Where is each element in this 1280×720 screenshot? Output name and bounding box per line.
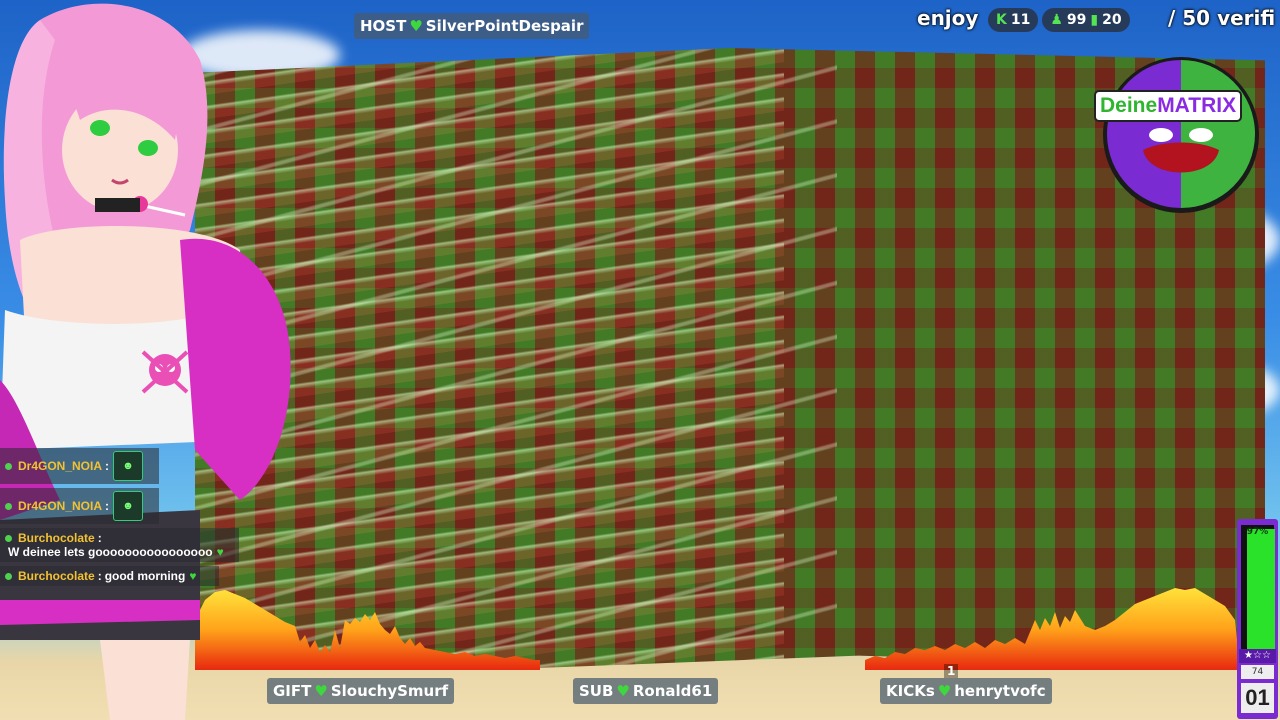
character-eye-right xyxy=(138,140,158,156)
channel-logo xyxy=(1103,57,1259,213)
chat-message: Dr4GON_NOIA: ☻ xyxy=(0,448,159,484)
host-username: SilverPointDespair xyxy=(425,17,584,35)
enjoy-text: enjoy xyxy=(917,6,979,30)
host-label: HOST xyxy=(360,17,407,35)
meter-fill xyxy=(1247,528,1275,649)
heart-icon: ♥ xyxy=(937,682,952,700)
kick-stat: K 11 xyxy=(988,8,1039,32)
chat-text: good morning xyxy=(104,569,186,583)
chat-text: W deinee lets goooooooooooooooo xyxy=(8,545,213,559)
skull-icon xyxy=(141,350,189,394)
chat-message: Burchocolate: W deinee lets gooooooooooo… xyxy=(0,528,239,562)
anime-character-avatar xyxy=(0,3,291,720)
heart-icon: ♥ xyxy=(189,569,197,583)
spectrum-right xyxy=(865,588,1240,670)
online-dot-icon xyxy=(5,534,12,542)
meter-count: 74 xyxy=(1241,665,1274,679)
kick-icon: K xyxy=(996,12,1007,28)
emote-avatar-icon: ☻ xyxy=(113,451,144,481)
gift-alert: GIFT ♥ SlouchySmurf xyxy=(267,678,455,704)
level-meter: 97% ★☆☆ 74 01 xyxy=(1237,519,1278,719)
online-dot-icon xyxy=(5,462,12,470)
meter-track xyxy=(1241,525,1275,649)
host-banner: HOST ♥ SilverPointDespair xyxy=(354,13,590,39)
bars-icon: ▮ xyxy=(1090,12,1099,28)
logo-wordmark: DeineMATRIX xyxy=(1094,90,1243,122)
online-dot-icon xyxy=(5,502,12,510)
kick-counter: 1 xyxy=(944,664,959,678)
character-eye-left xyxy=(90,120,110,136)
star-rating: ★☆☆ xyxy=(1239,649,1276,663)
heart-icon: ♥ xyxy=(616,682,630,700)
emote-avatar-icon: ☻ xyxy=(113,491,144,521)
meter-percent: 97% xyxy=(1246,527,1269,537)
heart-icon: ♥ xyxy=(216,545,224,559)
verify-goal-text: / 50 verifi xyxy=(1168,6,1276,30)
heart-icon: ♥ xyxy=(409,17,423,35)
stream-stats: K 11 ♟ 99 ▮ 20 xyxy=(988,8,1130,32)
chat-overlay: Dr4GON_NOIA: ☻ Dr4GON_NOIA: ☻ Burchocola… xyxy=(0,448,240,590)
heart-icon: ♥ xyxy=(314,682,328,700)
audio-spectrum xyxy=(195,588,1240,670)
chat-message: Dr4GON_NOIA: ☻ xyxy=(0,488,159,524)
meter-level: 01 xyxy=(1241,683,1274,713)
chat-message: Burchocolate: good morning ♥ xyxy=(0,566,219,586)
person-icon: ♟ xyxy=(1050,12,1063,28)
kicks-alert: KICKs ♥ henrytvofc xyxy=(880,678,1052,704)
follower-stat: ♟ 99 ▮ 20 xyxy=(1042,8,1130,32)
online-dot-icon xyxy=(5,572,12,580)
sub-alert: SUB ♥ Ronald61 xyxy=(573,678,719,704)
